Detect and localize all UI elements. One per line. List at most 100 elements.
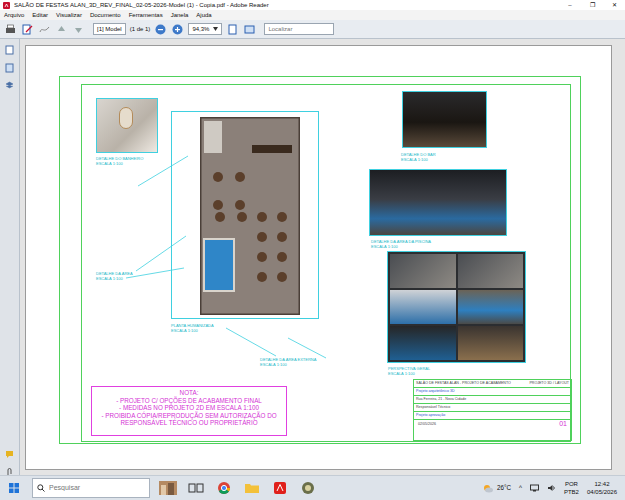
- bookmark-icon[interactable]: [5, 63, 14, 73]
- title-block-row: Responsável Técnico: [414, 404, 571, 412]
- fit-width-icon: [243, 23, 256, 36]
- floor-plan-render: [200, 117, 300, 315]
- app-app[interactable]: [298, 478, 318, 498]
- main-area: DETALHE DO BANHEIROESCALA 1:100DETALHE D…: [0, 39, 625, 475]
- taskbar-search[interactable]: [32, 478, 150, 498]
- print-button[interactable]: [4, 23, 17, 36]
- collage-view: [458, 326, 524, 360]
- label-title: DETALHE DO BANHEIRO: [96, 156, 143, 161]
- bathroom-render: [96, 98, 158, 153]
- volume-icon[interactable]: [547, 484, 556, 492]
- drawing-label: DETALHE DA ÁREA EXTERNAESCALA 1:100: [260, 357, 316, 367]
- window-title: SALÃO DE FESTAS ALAN_3D_REV_FINAL_02-05-…: [14, 0, 559, 10]
- language-text: PTB2: [564, 488, 579, 496]
- label-scale: ESCALA 1:100: [96, 161, 143, 166]
- language-text: POR: [564, 480, 579, 488]
- tray-expand-button[interactable]: ^: [519, 483, 522, 492]
- folder-app[interactable]: [242, 478, 262, 498]
- zoom-out-button[interactable]: [154, 23, 167, 36]
- attachment-icon[interactable]: [5, 467, 14, 477]
- collage-view: [458, 290, 524, 324]
- title-block-text: Projeto aprovação: [416, 413, 445, 418]
- layers-icon[interactable]: [5, 81, 14, 91]
- edit-icon: [21, 23, 34, 36]
- search-field[interactable]: [264, 23, 334, 35]
- collage-view: [390, 290, 456, 324]
- drawing-label: PERSPECTIVA GERALESCALA 1:100: [388, 366, 430, 376]
- pdf-page: DETALHE DO BANHEIROESCALA 1:100DETALHE D…: [25, 45, 612, 470]
- task-view-icon: [188, 481, 204, 495]
- edit-button[interactable]: [21, 23, 34, 36]
- clock[interactable]: 12:4204/05/2026: [587, 480, 617, 496]
- network-icon[interactable]: [530, 484, 539, 492]
- note-line: - MEDIDAS NO PROJETO 2D EM ESCALA 1:100: [94, 404, 284, 412]
- zoom-in-icon: [171, 23, 184, 36]
- sheet-number: 01: [559, 420, 567, 428]
- label-title: DETALHE DO BAR: [401, 152, 436, 157]
- minimize-button[interactable]: –: [559, 0, 581, 10]
- comment-icon[interactable]: [5, 449, 14, 459]
- language-indicator[interactable]: PORPTB2: [564, 480, 579, 496]
- label-scale: ESCALA 1:100: [371, 244, 431, 249]
- bar-render: [402, 91, 487, 148]
- collage-view: [390, 326, 456, 360]
- weather-widget[interactable]: 26°C: [483, 483, 511, 492]
- print-icon: [4, 23, 17, 36]
- close-button[interactable]: ✕: [603, 0, 625, 10]
- page-field[interactable]: [1] Model: [93, 23, 126, 35]
- label-title: DETALHE DA ÁREA: [96, 271, 133, 276]
- drawing-label: PLANTA HUMANIZADAESCALA 1:100: [171, 323, 214, 333]
- title-block-text: Projeto arquitetônico 3D: [416, 389, 455, 394]
- chrome-icon: [216, 481, 232, 495]
- menu-item[interactable]: Janela: [171, 10, 189, 20]
- menu-item[interactable]: Arquivo: [4, 10, 24, 20]
- folder-icon: [244, 481, 260, 495]
- label-scale: ESCALA 1:100: [171, 328, 214, 333]
- label-scale: ESCALA 1:100: [388, 371, 430, 376]
- sign-button[interactable]: [38, 23, 51, 36]
- weather-icon: [483, 484, 493, 493]
- note-title: NOTA:: [94, 389, 284, 397]
- task-view-app[interactable]: [186, 478, 206, 498]
- title-block-text: SALÃO DE FESTAS ALAN - PROJETO DE ACABAM…: [416, 381, 511, 386]
- windows-icon: [9, 483, 19, 493]
- label-title: PLANTA HUMANIZADA: [171, 323, 214, 328]
- title-block-row: Projeto arquitetônico 3D: [414, 388, 571, 396]
- label-title: PERSPECTIVA GERAL: [388, 366, 430, 371]
- acrobat-app[interactable]: [270, 478, 290, 498]
- pages-icon[interactable]: [5, 45, 14, 55]
- down-arrow-button[interactable]: [72, 23, 85, 36]
- label-scale: ESCALA 1:100: [401, 157, 436, 162]
- dropdown-icon: [213, 27, 218, 31]
- up-arrow-button[interactable]: [55, 23, 68, 36]
- floor-plan-frame: [171, 111, 319, 319]
- fit-page-button[interactable]: [226, 23, 239, 36]
- menu-item[interactable]: Ferramentas: [129, 10, 163, 20]
- sign-icon: [38, 23, 51, 36]
- collage-view: [390, 254, 456, 288]
- menu-item[interactable]: Ajuda: [196, 10, 211, 20]
- label-scale: ESCALA 1:100: [96, 276, 133, 281]
- leader-lines: [26, 46, 613, 471]
- zoom-out-icon: [154, 23, 167, 36]
- label-title: DETALHE DA ÁREA EXTERNA: [260, 357, 316, 362]
- search-input[interactable]: [49, 483, 139, 494]
- title-block-footer: 02/05/202601: [414, 420, 571, 428]
- menu-item[interactable]: Editar: [32, 10, 48, 20]
- fit-width-button[interactable]: [243, 23, 256, 36]
- menu-item[interactable]: Visualizar: [56, 10, 82, 20]
- zoom-field[interactable]: 94,3%: [188, 23, 222, 35]
- document-viewer: DETALHE DO BANHEIROESCALA 1:100DETALHE D…: [20, 39, 625, 475]
- taskbar-widget[interactable]: [158, 478, 178, 498]
- drawing-label: DETALHE DO BANHEIROESCALA 1:100: [96, 156, 143, 166]
- label-title: DETALHE DA ÁREA DA PISCINA: [371, 239, 431, 244]
- maximize-button[interactable]: ❐: [581, 0, 603, 10]
- zoom-in-button[interactable]: [171, 23, 184, 36]
- acrobat-icon: [272, 481, 288, 495]
- title-bar: SALÃO DE FESTAS ALAN_3D_REV_FINAL_02-05-…: [0, 0, 625, 10]
- menu-item[interactable]: Documento: [90, 10, 121, 20]
- chrome-app[interactable]: [214, 478, 234, 498]
- title-block-text: Rua Ferreira, 21 - Nova Cidade: [416, 397, 466, 402]
- title-block-text: Responsável Técnico: [416, 405, 450, 410]
- start-button[interactable]: [4, 478, 24, 498]
